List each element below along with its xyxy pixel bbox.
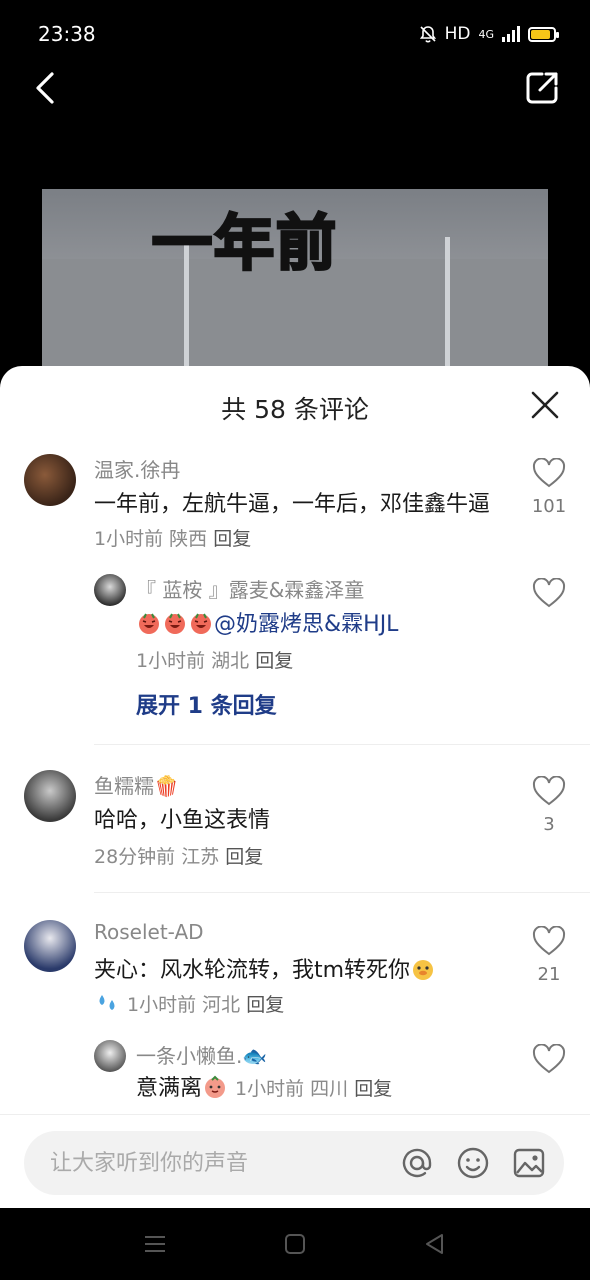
system-navigation-bar	[0, 1208, 590, 1280]
back-arrow-icon[interactable]	[28, 68, 68, 108]
network-type: 4G	[478, 27, 494, 41]
avatar[interactable]	[24, 454, 76, 506]
home-icon[interactable]	[282, 1232, 308, 1256]
laughing-face-icon	[191, 613, 211, 634]
share-icon[interactable]	[522, 68, 562, 108]
like-count: 21	[537, 964, 561, 985]
comment-username[interactable]: 温家.徐冉	[94, 454, 180, 483]
image-icon[interactable]	[512, 1146, 546, 1180]
reply-username[interactable]: 『 蓝桉 』露麦&霖鑫泽童	[136, 574, 364, 603]
peach-face-icon	[205, 1075, 226, 1098]
like-count: 101	[531, 496, 567, 517]
comment-input[interactable]	[50, 1145, 380, 1181]
sweat-drops-icon	[99, 995, 115, 1010]
avatar[interactable]	[94, 574, 126, 606]
comment-meta: 28分钟前 江苏 回复	[94, 846, 264, 868]
avatar[interactable]	[24, 920, 76, 972]
heart-icon[interactable]	[532, 458, 566, 488]
reply-button[interactable]: 回复	[354, 1078, 392, 1100]
close-icon[interactable]	[530, 390, 560, 420]
comment-username[interactable]: 鱼糯糯🍿	[94, 770, 179, 799]
heart-icon[interactable]	[532, 578, 566, 608]
comment-text[interactable]: 一年前，左航牛逼，一年后，邓佳鑫牛逼 1小时前 陕西 回复	[94, 488, 509, 556]
status-icons: HD 4G	[419, 24, 559, 44]
heart-icon[interactable]	[532, 926, 566, 956]
like-count: 3	[543, 814, 555, 835]
reply-text[interactable]: @奶露烤思&霖HJL	[136, 608, 516, 642]
video-preview[interactable]: 一年前	[42, 189, 548, 379]
status-time: 23:38	[38, 22, 96, 46]
reply-meta: 1小时前 四川 回复	[235, 1078, 393, 1100]
comment-username[interactable]: Roselet-AD	[94, 920, 204, 944]
mute-bell-icon	[419, 26, 436, 43]
reply-text[interactable]: 意满离 1小时前 四川 回复	[136, 1072, 516, 1106]
mention-link[interactable]: @奶露烤思&霖HJL	[214, 612, 398, 637]
comment-input-bar	[0, 1114, 590, 1208]
laughing-face-icon	[139, 613, 159, 634]
reply-username[interactable]: 一条小懒鱼.🐟	[136, 1040, 267, 1069]
comment-text[interactable]: 哈哈，小鱼这表情	[94, 804, 509, 838]
laughing-face-icon	[165, 613, 185, 634]
comment-sheet: 共 58 条评论 温家.徐冉 一年前，左航牛逼，一年后，邓佳鑫牛逼 1小时前 陕…	[0, 366, 590, 1208]
battery-icon	[528, 26, 559, 42]
comment-count-title: 共 58 条评论	[221, 395, 369, 424]
reply-button[interactable]: 回复	[213, 528, 251, 550]
reply-button[interactable]: 回复	[246, 994, 284, 1016]
reply-button[interactable]: 回复	[225, 846, 263, 868]
expand-replies-button[interactable]: 展开 1 条回复	[136, 688, 277, 720]
comment-input-box[interactable]	[24, 1131, 564, 1195]
reply-button[interactable]: 回复	[255, 650, 293, 672]
avatar[interactable]	[94, 1040, 126, 1072]
signal-icon	[502, 26, 520, 42]
heart-icon[interactable]	[532, 1044, 566, 1074]
video-caption: 一年前	[151, 208, 338, 281]
heart-icon[interactable]	[532, 776, 566, 806]
divider	[94, 744, 590, 745]
at-icon[interactable]	[400, 1146, 434, 1180]
duck-face-icon	[413, 960, 434, 980]
video-post	[445, 237, 450, 379]
reply-meta: 1小时前 湖北 回复	[136, 650, 294, 672]
comment-meta: 1小时前 河北 回复	[127, 994, 285, 1016]
menu-icon[interactable]	[142, 1232, 168, 1256]
hd-indicator: HD	[444, 24, 471, 44]
avatar[interactable]	[24, 770, 76, 822]
back-triangle-icon[interactable]	[422, 1232, 448, 1256]
divider	[94, 892, 590, 893]
emoji-icon[interactable]	[456, 1146, 490, 1180]
comment-text[interactable]: 夹心：风水轮流转，我tm转死你 1小时前 河北 回复	[94, 954, 514, 1022]
status-bar: 23:38 HD 4G	[0, 0, 590, 70]
comment-meta: 1小时前 陕西 回复	[94, 528, 252, 550]
